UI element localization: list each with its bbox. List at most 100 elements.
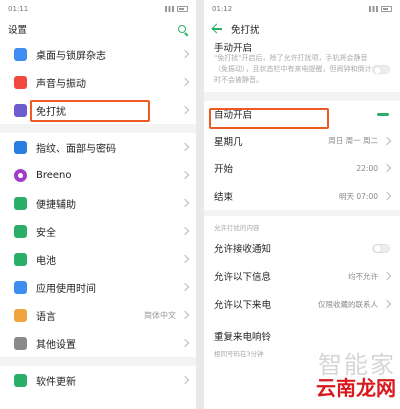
settings-item-shield[interactable]: 安全 [0,217,196,245]
settings-item-label: 软件更新 [36,376,76,388]
dnd-screen: 01:12 免打扰 手动开启 "免打扰"开启后，除了允许打扰项，手机将会静音（免… [204,0,400,409]
divider-gap [204,92,400,101]
settings-item-other[interactable]: 其他设置 [0,329,196,357]
chevron-right-icon [180,226,190,236]
allow-messages-row[interactable]: 允许以下信息 均不允许 [204,262,400,290]
status-icons [165,6,188,12]
auto-enable-toggle[interactable] [372,109,390,119]
page-title: 免打扰 [231,25,260,36]
allow-notification-label: 允许接收通知 [214,244,272,255]
group-divider [0,124,196,133]
settings-item-breeno[interactable]: Breeno [0,161,196,189]
chevron-right-icon [382,271,392,281]
allow-notification-row[interactable]: 允许接收通知 [204,234,400,262]
shield-icon [14,224,27,238]
chevron-right-icon [180,338,190,348]
repeat-call-row[interactable]: 重复来电响铃 [204,324,400,348]
battery-status-icon [177,6,188,12]
wallpaper-icon [14,47,27,61]
allow-messages-value: 均不允许 [348,271,378,281]
start-time-row[interactable]: 开始 22:00 [204,154,400,182]
settings-item-label: 电池 [36,255,56,267]
assist-icon [14,196,27,210]
settings-screen: 01:11 设置 桌面与锁屏杂志 声音与振动 免打扰 指纹、面部与密码 Breeno 便捷… [0,0,196,409]
chevron-right-icon [180,170,190,180]
settings-appbar: 设置 [0,18,196,40]
chevron-right-icon [180,198,190,208]
settings-item-label: 便捷辅助 [36,199,76,211]
battery-status-icon [381,6,392,12]
highlight-box-auto [209,108,329,129]
start-label: 开始 [214,164,234,175]
settings-item-wallpaper[interactable]: 桌面与锁屏杂志 [0,40,196,68]
status-bar: 01:12 [204,0,400,18]
settings-item-label: Breeno [36,169,72,181]
status-time: 01:11 [8,5,29,13]
settings-item-label: 应用使用时间 [36,283,96,295]
fingerprint-icon [14,140,27,154]
chevron-right-icon [382,136,392,145]
moon-icon [14,103,27,117]
settings-item-label: 其他设置 [36,339,76,351]
chevron-right-icon [180,77,190,87]
section-title: 允许打扰的内容 [214,224,260,232]
signal-icon [165,6,174,12]
breeno-icon [14,168,27,182]
other-icon [14,336,27,350]
status-time: 01:12 [212,5,233,13]
chevron-right-icon [180,105,190,115]
settings-item-fingerprint[interactable]: 指纹、面部与密码 [0,133,196,161]
back-arrow-icon[interactable] [212,24,223,34]
settings-item-assist[interactable]: 便捷辅助 [0,189,196,217]
chevron-right-icon [180,310,190,320]
settings-item-value: 简体中文 [144,310,176,320]
end-label: 结束 [214,192,234,203]
allow-messages-label: 允许以下信息 [214,272,272,283]
settings-item-hourglass[interactable]: 应用使用时间 [0,273,196,301]
chevron-right-icon [180,49,190,59]
search-icon[interactable] [177,24,188,35]
weekday-value: 周日 周一 周二 [328,136,378,145]
allow-calls-value: 仅限收藏的联系人 [318,299,378,309]
chevron-right-icon [382,299,392,309]
settings-item-language[interactable]: 语言 简体中文 [0,301,196,329]
settings-item-update[interactable]: 软件更新 [0,366,196,394]
allow-calls-label: 允许以下来电 [214,300,272,311]
manual-description: "免打扰"开启后，除了允许打扰项，手机将会静音（免振动），且状态栏中有来电提醒，… [214,54,372,84]
settings-list: 桌面与锁屏杂志 声音与振动 免打扰 指纹、面部与密码 Breeno 便捷辅助 安全 电池 应用使… [0,40,196,394]
weekday-label: 星期几 [214,136,243,148]
end-value: 明天 07:00 [339,191,378,201]
chevron-right-icon [180,254,190,264]
settings-item-label: 指纹、面部与密码 [36,143,116,155]
repeat-call-desc: 相同号码在3分钟 [214,350,264,358]
settings-item-label: 声音与振动 [36,78,86,90]
allow-notification-toggle[interactable] [372,243,390,253]
weekday-row[interactable]: 星期几 周日 周一 周二 [204,127,400,154]
update-icon [14,373,27,387]
chevron-right-icon [180,375,190,385]
repeat-call-label: 重复来电响铃 [214,332,272,343]
page-title: 设置 [8,25,28,36]
signal-icon [369,6,378,12]
settings-item-label: 语言 [36,311,56,323]
chevron-right-icon [382,191,392,201]
group-divider [0,357,196,366]
start-value: 22:00 [356,163,378,173]
chevron-right-icon [382,163,392,173]
settings-item-sound[interactable]: 声音与振动 [0,68,196,96]
settings-item-label: 桌面与锁屏杂志 [36,50,106,62]
language-icon [14,308,27,322]
end-time-row[interactable]: 结束 明天 07:00 [204,182,400,210]
manual-desc-block: "免打扰"开启后，除了允许打扰项，手机将会静音（免振动），且状态栏中有来电提醒，… [204,53,400,86]
settings-item-label: 安全 [36,227,56,239]
sound-icon [14,75,27,89]
battery-icon [14,252,27,266]
manual-enable-row[interactable]: 手动开启 [204,40,400,54]
settings-item-battery[interactable]: 电池 [0,245,196,273]
highlight-box-dnd [30,100,150,122]
manual-enable-toggle[interactable] [372,65,390,74]
status-bar: 01:11 [0,0,196,18]
chevron-right-icon [180,142,190,152]
dnd-appbar: 免打扰 [204,18,400,40]
allow-calls-row[interactable]: 允许以下来电 仅限收藏的联系人 [204,290,400,318]
